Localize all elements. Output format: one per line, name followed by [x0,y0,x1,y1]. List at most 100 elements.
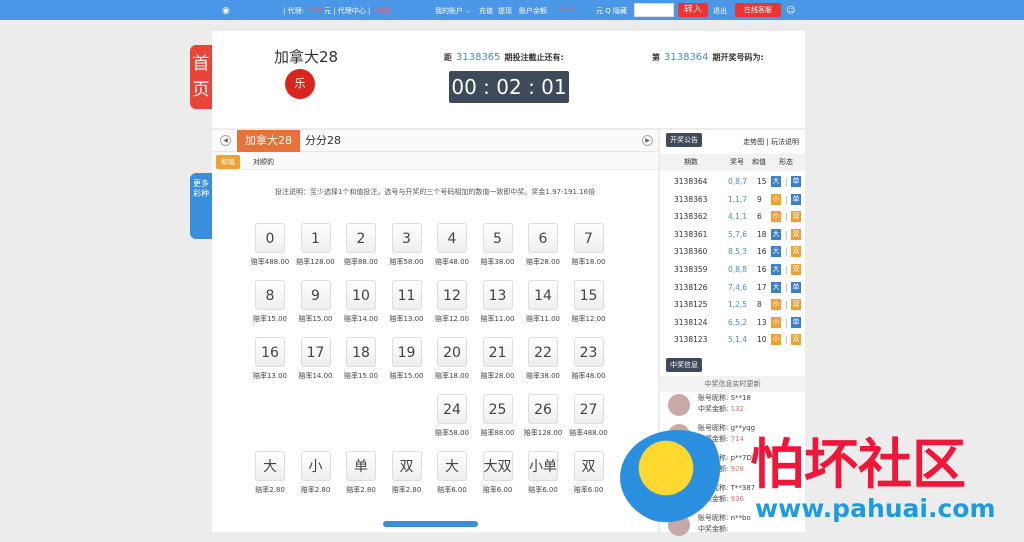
my-account-menu[interactable]: 我的账户 ⌵ [435,6,471,16]
bet-number[interactable]: 小 [300,451,331,481]
parity-badge: 双 [791,211,801,223]
bet-number[interactable]: 1 [300,223,331,253]
bet-option[interactable]: 2 赔率88.00 [338,223,384,267]
bet-number[interactable]: 6 [528,223,558,253]
bet-number[interactable]: 27 [573,394,604,424]
amount-value: 714 [730,435,744,443]
bet-number[interactable]: 双 [573,451,604,481]
bet-option[interactable]: 10 赔率14.00 [338,280,384,324]
more-games-side-tab[interactable]: 更多彩种 [190,173,212,239]
bet-number[interactable]: 2 [346,223,376,253]
bet-option[interactable]: 12 赔率12.00 [429,280,475,324]
bet-number[interactable]: 5 [482,223,513,253]
bet-option[interactable]: 小单 赔率6.00 [520,451,566,495]
bet-number[interactable]: 大 [437,451,467,481]
bet-number[interactable]: 8 [255,280,285,310]
bet-option[interactable]: 9 赔率15.00 [293,280,339,324]
bet-number[interactable]: 24 [437,394,467,424]
bet-option[interactable]: 18 赔率15.00 [338,337,384,381]
transfer-amount-input[interactable] [634,3,674,17]
bet-option[interactable]: 14 赔率11.00 [520,280,566,324]
customer-service-button[interactable]: 在线客服 [735,3,781,17]
bet-option[interactable]: 单赔率2.80 [338,451,384,495]
bet-option[interactable]: 26 赔率128.00 [520,394,566,438]
bet-option[interactable]: 16 赔率13.00 [247,337,293,381]
bet-option[interactable]: 22 赔率38.00 [520,337,566,381]
bet-option[interactable]: 4 赔率48.00 [429,223,475,267]
bet-option[interactable]: 19 赔率15.00 [384,337,430,381]
bet-number[interactable]: 12 [437,280,467,310]
name-value: T**387 [730,484,756,492]
bet-option[interactable]: 大赔率2.80 [247,451,293,495]
bet-number[interactable]: 21 [482,337,513,367]
tab-canada28[interactable]: 加拿大28 [237,130,300,152]
bet-option[interactable]: 20 赔率18.00 [429,337,475,381]
bet-number[interactable]: 双 [391,451,422,481]
bet-option[interactable]: 27 赔率488.00 [566,394,612,438]
bet-option[interactable]: 3 赔率58.00 [384,223,430,267]
bet-option[interactable]: 双赔率6.00 [566,451,612,495]
recharge-link[interactable]: 充值 [479,6,493,16]
bet-option[interactable]: 7 赔率18.00 [566,223,612,267]
bet-option[interactable]: 11 赔率13.00 [384,280,430,324]
bet-number[interactable]: 单 [346,451,376,481]
bet-number[interactable]: 26 [528,394,558,424]
bet-option[interactable]: 13 赔率11.00 [475,280,521,324]
transfer-button[interactable]: 转入 [678,3,708,17]
bet-number[interactable]: 0 [255,223,285,253]
horizontal-scrollbar[interactable] [383,521,478,527]
balance-label: 账户余额 [519,7,547,15]
bet-option[interactable]: 21 赔率28.00 [475,337,521,381]
tab-fenfen28[interactable]: 分分28 [297,130,349,152]
bet-number[interactable]: 15 [573,280,604,310]
bet-number[interactable]: 小单 [528,451,558,481]
bet-number[interactable]: 20 [437,337,467,367]
trend-rules-links[interactable]: 走势图 | 玩法说明 [743,137,799,147]
agent-center-link[interactable]: 元 | 代理中心 | [324,6,370,16]
bet-number[interactable]: 22 [528,337,558,367]
bet-option[interactable]: 24 赔率58.00 [429,394,475,438]
bet-option[interactable]: 大赔率6.00 [429,451,475,495]
bet-option[interactable]: 6 赔率28.00 [520,223,566,267]
bet-option[interactable]: 17 赔率14.00 [293,337,339,381]
bet-number[interactable]: 10 [346,280,376,310]
bet-number[interactable]: 19 [391,337,422,367]
bet-number[interactable]: 3 [391,223,422,253]
last-issue-info: 第 3138364 期开奖号码为: [652,52,764,63]
logout-link[interactable]: 退出 [713,6,727,16]
bet-number[interactable]: 7 [573,223,604,253]
bet-number[interactable]: 18 [346,337,376,367]
bet-number[interactable]: 17 [300,337,331,367]
bet-number[interactable]: 大 [255,451,285,481]
bet-option[interactable]: 5 赔率38.00 [475,223,521,267]
bet-option[interactable]: 0 赔率488.00 [247,223,293,267]
bet-option[interactable]: 1 赔率128.00 [293,223,339,267]
bet-number[interactable]: 16 [255,337,285,367]
bet-number[interactable]: 23 [573,337,604,367]
hide-balance-toggle[interactable]: 元 Q 隐藏 [596,6,627,16]
size-badge: 小 [771,299,781,311]
bet-option[interactable]: 15 赔率12.00 [566,280,612,324]
subtab-sum[interactable]: 和值 [216,155,240,169]
bet-option[interactable]: 双赔率2.80 [384,451,430,495]
tab-scroll-left-icon[interactable]: ◀ [220,135,231,146]
withdraw-link[interactable]: 提现 [498,6,512,16]
bet-option[interactable]: 8 赔率15.00 [247,280,293,324]
user-avatar-icon[interactable]: ◉ [222,6,230,16]
bet-number[interactable]: 25 [482,394,513,424]
bet-number[interactable]: 大双 [482,451,513,481]
bet-number[interactable]: 4 [437,223,467,253]
bet-number[interactable]: 9 [300,280,331,310]
bet-option[interactable]: 大双 赔率6.00 [475,451,521,495]
tab-scroll-right-icon[interactable]: ▶ [642,135,653,146]
bet-number[interactable]: 11 [391,280,422,310]
bet-option[interactable]: 25 赔率88.00 [475,394,521,438]
bet-number[interactable]: 14 [528,280,558,310]
home-side-tab[interactable]: 首页 [190,45,212,109]
user-icon[interactable]: ☺ [786,6,795,16]
bet-option[interactable]: 23 赔率48.00 [566,337,612,381]
bet-option[interactable]: 小赔率2.80 [293,451,339,495]
agent-extra-link[interactable]: 充值 [376,6,390,16]
subtab-pairs[interactable]: 对顺豹 [248,155,279,169]
bet-number[interactable]: 13 [482,280,513,310]
